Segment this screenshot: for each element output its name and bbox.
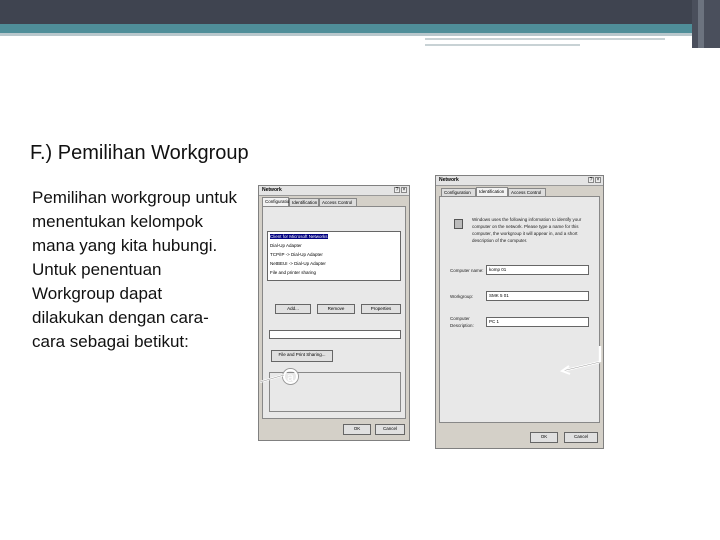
add-button[interactable]: Add...: [275, 304, 311, 314]
file-print-sharing-button[interactable]: File and Print Sharing...: [271, 350, 333, 362]
properties-button[interactable]: Properties: [361, 304, 401, 314]
network-dialog-identification: Network ? × Configuration Identification …: [435, 175, 604, 449]
dialog-title: Network: [262, 187, 282, 193]
dialog-panel: Client for Microsoft Networks Dial-Up Ad…: [262, 206, 406, 419]
components-list[interactable]: Client for Microsoft Networks Dial-Up Ad…: [267, 231, 401, 281]
workgroup-label: Workgroup:: [450, 294, 474, 299]
dialog-titlebar: Network ? ×: [436, 176, 603, 186]
cancel-button[interactable]: Cancel: [564, 432, 598, 443]
computer-name-label: Computer name:: [450, 268, 484, 273]
slide-rule-shorter: [425, 44, 580, 46]
close-icon[interactable]: ×: [401, 187, 407, 193]
workgroup-field[interactable]: SMK 5 01: [486, 291, 589, 301]
remove-button[interactable]: Remove: [317, 304, 355, 314]
tab-configuration[interactable]: Configuration: [441, 188, 476, 196]
help-icon[interactable]: ?: [588, 177, 594, 183]
help-icon[interactable]: ?: [394, 187, 400, 193]
primary-logon-select[interactable]: [269, 330, 401, 339]
dialog-title: Network: [439, 177, 459, 183]
tab-identification[interactable]: Identification: [289, 198, 319, 206]
computer-icon: [454, 219, 463, 229]
dialog-panel: Windows uses the following information t…: [439, 196, 600, 423]
tab-access-control[interactable]: Access Control: [319, 198, 357, 206]
pointer-arrow-right: [559, 346, 602, 375]
close-icon[interactable]: ×: [595, 177, 601, 183]
slide-title: F.) Pemilihan Workgroup: [30, 142, 249, 164]
computer-name-field[interactable]: komp 01: [486, 265, 589, 275]
slide-accent-bar: [0, 24, 720, 33]
slide-rule-short: [425, 38, 665, 40]
computer-description-field[interactable]: PC 1: [486, 317, 589, 327]
cancel-button[interactable]: Cancel: [375, 424, 405, 435]
slide-rule: [0, 33, 720, 36]
dialog-titlebar: Network ? ×: [259, 186, 409, 196]
dialog-tabs: Configuration Identification Access Cont…: [259, 196, 409, 206]
pointer-arrow-left: [259, 374, 285, 383]
list-item[interactable]: File and printer sharing: [270, 270, 316, 275]
list-item[interactable]: Client for Microsoft Networks: [270, 234, 328, 239]
slide-top-bar: [0, 0, 720, 24]
slide-corner-decoration: [692, 0, 720, 48]
tab-access-control[interactable]: Access Control: [508, 188, 546, 196]
identification-description: Windows uses the following information t…: [472, 217, 582, 243]
list-item[interactable]: TCP/IP -> Dial-Up Adapter: [270, 252, 323, 257]
dialog-tabs: Configuration Identification Access Cont…: [436, 186, 603, 196]
network-dialog-configuration: Network ? × Configuration Identification …: [258, 185, 410, 441]
slide-body-text: Pemilihan workgroup untuk menentukan kel…: [32, 188, 238, 351]
list-item[interactable]: Dial-Up Adapter: [270, 243, 302, 248]
ok-button[interactable]: OK: [530, 432, 558, 443]
tab-configuration[interactable]: Configuration: [262, 197, 292, 206]
list-item[interactable]: NetBEUI -> Dial-Up Adapter: [270, 261, 326, 266]
computer-description-label: Computer Description:: [450, 316, 474, 328]
ok-button[interactable]: OK: [343, 424, 371, 435]
tab-identification[interactable]: Identification: [476, 187, 508, 196]
